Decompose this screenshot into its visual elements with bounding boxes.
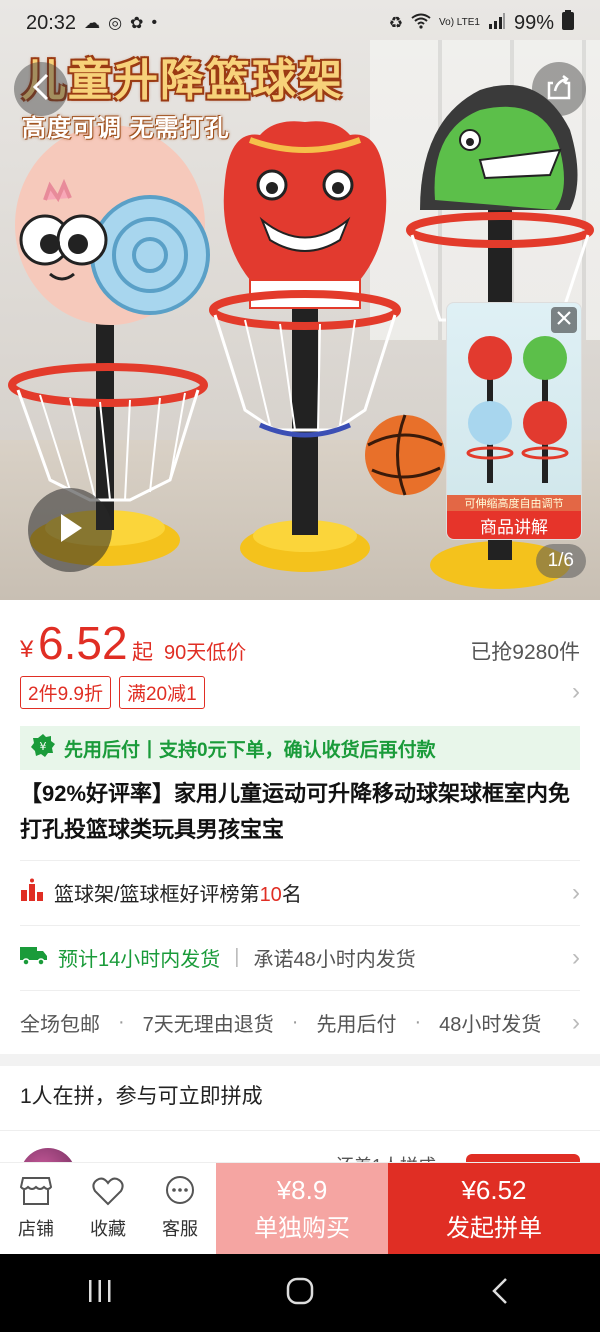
video-thumbnail — [466, 336, 569, 483]
favorite-button[interactable]: 收藏 — [72, 1163, 144, 1254]
shipping-estimate: 预计14小时内发货 — [58, 949, 221, 971]
low-price-label: 90天低价 — [164, 642, 247, 664]
currency-symbol: ¥ — [20, 636, 34, 663]
product-image-carousel[interactable]: 20:32 ☁ ◎ ✿ • ♻ Vo) LTE1 99% 儿童升降篮球架 高度可… — [0, 0, 600, 600]
ranking-chart-icon — [20, 878, 44, 908]
price-amount: 6.52 — [38, 617, 128, 669]
image-counter: 1/6 — [535, 544, 586, 578]
separator-dot: · — [291, 1011, 299, 1033]
network-label: Vo) LTE1 — [439, 17, 480, 28]
shop-icon — [19, 1176, 53, 1211]
pay-later-text: 先用后付丨支持0元下单，确认收货后再付款 — [64, 739, 436, 761]
group-price: ¥6.52 — [461, 1175, 527, 1205]
shop-label: 店铺 — [18, 1219, 54, 1239]
ranking-row[interactable]: 篮球架/篮球框好评榜第10名 › — [20, 860, 580, 924]
pay-later-banner[interactable]: ¥ 先用后付丨支持0元下单，确认收货后再付款 — [20, 726, 580, 770]
arrow-left-icon — [29, 72, 53, 107]
ranking-number: 10 — [259, 884, 282, 906]
group-label: 发起拼单 — [446, 1215, 542, 1242]
shipping-row[interactable]: 预计14小时内发货 | 承诺48小时内发货 › — [20, 925, 580, 989]
signal-icon — [488, 12, 506, 35]
service-item: 48小时发货 — [439, 1014, 542, 1036]
single-label: 单独购买 — [254, 1215, 350, 1242]
system-navigation-bar — [0, 1254, 600, 1332]
battery-percent: 99% — [513, 11, 554, 34]
share-button[interactable] — [532, 62, 586, 116]
ranking-suffix: 名 — [281, 884, 302, 906]
price-section: ¥ 6.52 起 90天低价 已抢9280件 2件9.9折 满20减1 › — [0, 600, 600, 712]
notification-icon: ◎ — [108, 15, 123, 32]
close-icon — [556, 310, 572, 331]
ranking-text: 篮球架/篮球框好评榜第10名 — [54, 878, 302, 907]
sold-count: 已抢9280件 — [470, 641, 580, 664]
truck-icon — [20, 944, 48, 972]
pay-later-icon: ¥ — [30, 733, 56, 764]
dragon-hoop — [209, 121, 401, 572]
bottom-action-bar: 店铺 收藏 客服 ¥8.9 单独购买 ¥6.52 发起拼单 — [0, 1162, 600, 1255]
service-item: 7天无理由退货 — [142, 1014, 274, 1036]
recents-icon — [86, 1277, 114, 1310]
group-buy-title: 1人在拼，参与可立即拼成 — [20, 1085, 263, 1108]
home-icon — [285, 1276, 315, 1311]
product-title: 【92%好评率】家用儿童运动可升降移动球架球框室内免打孔投篮球类玩具男孩宝宝 — [20, 781, 571, 842]
basketball — [365, 414, 445, 496]
shop-button[interactable]: 店铺 — [0, 1163, 72, 1254]
single-price: ¥8.9 — [276, 1175, 328, 1205]
price-from-label: 起 — [132, 641, 153, 664]
start-group-buy-button[interactable]: ¥6.52 发起拼单 — [388, 1163, 600, 1255]
play-icon — [55, 511, 85, 550]
hero-subtitle: 高度可调 无需打孔 — [22, 115, 230, 142]
service-row[interactable]: 全场包邮 · 7天无理由退货 · 先用后付 · 48小时发货 › — [20, 990, 580, 1054]
divider: | — [234, 946, 240, 968]
promo-tag: 满20减1 — [118, 675, 205, 709]
promo-row[interactable]: 2件9.9折 满20减1 › — [20, 672, 580, 712]
ranking-prefix: 篮球架/篮球框好评榜第 — [54, 884, 260, 906]
service-label: 客服 — [162, 1219, 198, 1239]
battery-icon — [562, 10, 574, 36]
buy-alone-button[interactable]: ¥8.9 单独购买 — [216, 1163, 388, 1255]
favorite-label: 收藏 — [90, 1219, 126, 1239]
customer-service-button[interactable]: 客服 — [144, 1163, 216, 1254]
hero-title: 儿童升降篮球架 — [22, 56, 344, 105]
separator-dot: · — [118, 1011, 125, 1033]
video-caption: 商品讲解 — [447, 511, 581, 539]
service-item: 先用后付 — [316, 1014, 397, 1036]
recycle-icon: ♻ — [388, 15, 404, 32]
shipping-promise: 承诺48小时内发货 — [253, 949, 416, 971]
chevron-right-icon: › — [572, 678, 580, 705]
promo-tag: 2件9.9折 — [20, 675, 111, 709]
wifi-icon — [411, 13, 431, 34]
video-strip-text: 可伸缩高度自由调节 — [447, 495, 581, 511]
product-explain-video[interactable]: 可伸缩高度自由调节 商品讲解 — [446, 302, 582, 540]
close-video-button[interactable] — [551, 307, 577, 333]
separator-dot: · — [414, 1011, 422, 1033]
more-dot-icon: • — [151, 14, 158, 31]
home-button[interactable] — [260, 1263, 340, 1323]
status-bar: 20:32 ☁ ◎ ✿ • ♻ Vo) LTE1 99% — [0, 0, 600, 46]
chat-bubble-icon — [164, 1176, 196, 1211]
chevron-right-icon: › — [572, 878, 580, 906]
recent-apps-button[interactable] — [60, 1263, 140, 1323]
system-back-button[interactable] — [460, 1263, 540, 1323]
chevron-right-icon: › — [572, 943, 580, 971]
back-button[interactable] — [14, 62, 68, 116]
share-icon — [545, 73, 573, 106]
section-gap — [0, 1054, 600, 1066]
chevron-right-icon: › — [572, 1008, 580, 1036]
divider — [0, 1130, 600, 1131]
heart-icon — [92, 1176, 124, 1211]
svg-text:¥: ¥ — [40, 740, 47, 753]
status-time: 20:32 — [26, 11, 77, 34]
chevron-left-icon — [490, 1276, 510, 1311]
pinwheel-icon: ✿ — [130, 15, 144, 32]
cloud-icon: ☁ — [84, 15, 101, 32]
play-video-button[interactable] — [28, 488, 112, 572]
service-item: 全场包邮 — [20, 1014, 100, 1036]
